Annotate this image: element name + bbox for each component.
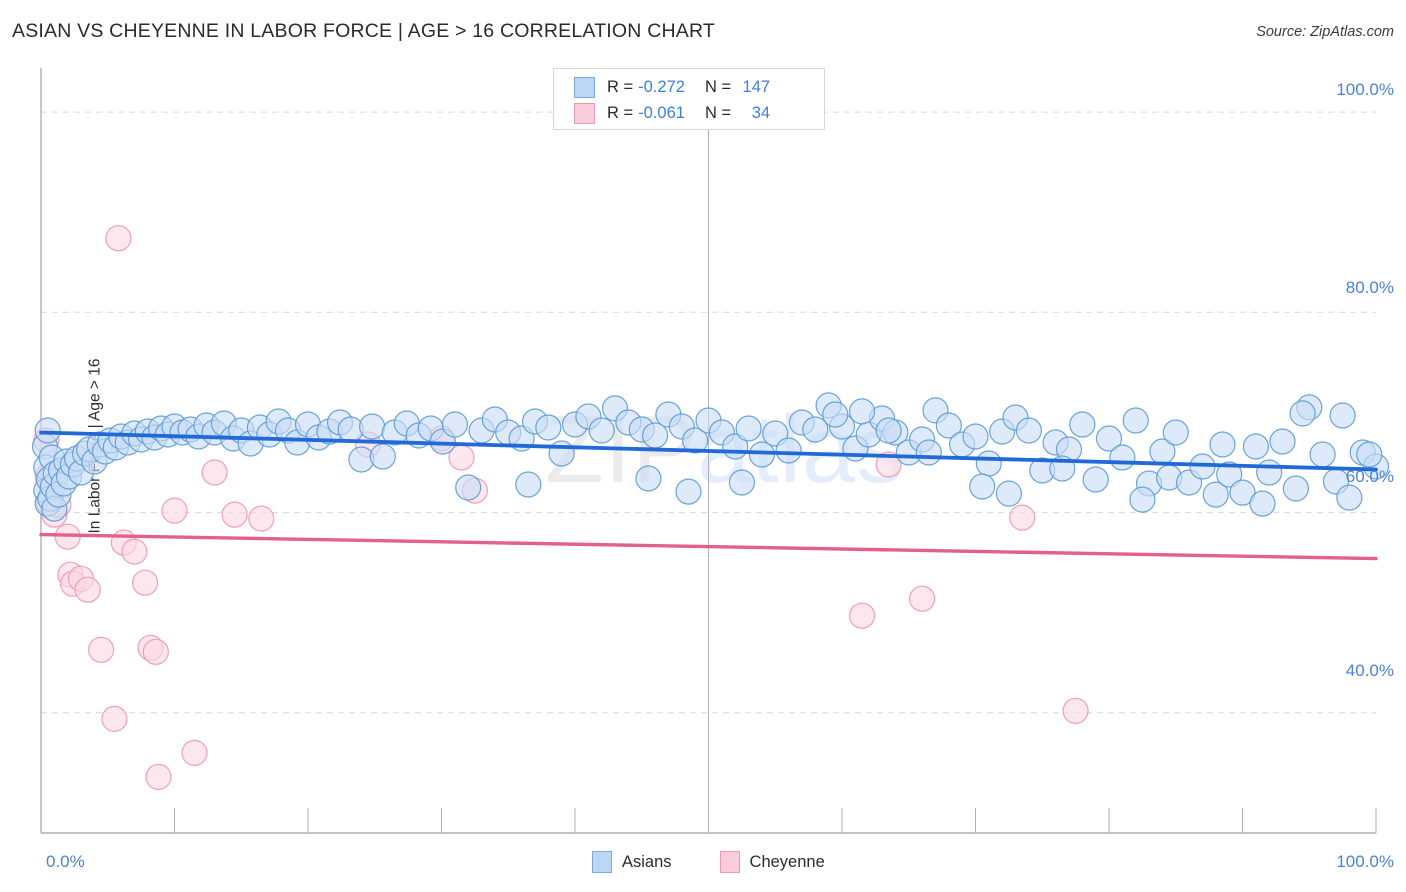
legend-r-value-asians: -0.272 (638, 77, 685, 96)
data-point (1069, 411, 1096, 438)
data-point (455, 474, 482, 501)
data-point (1109, 444, 1136, 471)
data-point (34, 417, 61, 444)
legend-n-value-cheyenne: 34 (751, 103, 771, 122)
series-legend-item-cheyenne[interactable]: Cheyenne (719, 851, 825, 873)
data-point (1256, 459, 1283, 486)
data-point (121, 538, 148, 565)
data-point (161, 497, 188, 524)
data-point (875, 417, 902, 444)
data-point (548, 440, 575, 467)
data-point (145, 763, 172, 791)
data-point (1242, 433, 1270, 460)
data-point (848, 602, 876, 629)
data-point (635, 465, 662, 492)
data-point (221, 501, 248, 528)
data-point (822, 401, 849, 428)
data-point (1129, 486, 1156, 513)
plot-area (31, 68, 1390, 834)
y-tick-label-60: 60.0% (1345, 467, 1394, 486)
data-point (369, 443, 396, 470)
data-point (1269, 428, 1296, 455)
series-legend-item-asians[interactable]: Asians (592, 851, 672, 873)
series-label-cheyenne: Cheyenne (749, 852, 825, 871)
data-point (201, 459, 228, 486)
data-point (728, 469, 756, 496)
legend-row-asians: R = -0.272 N = 147 (574, 74, 770, 100)
data-point (248, 505, 275, 532)
data-point (1249, 490, 1276, 517)
data-point (675, 478, 702, 505)
legend-r-label-asians: R = (607, 77, 634, 96)
data-point (441, 411, 468, 438)
data-point (848, 398, 876, 425)
data-point (908, 585, 936, 612)
legend-swatch-cheyenne (574, 102, 595, 124)
legend-n-label-asians: N = (704, 77, 732, 96)
scatter-points-cheyenne (33, 225, 1089, 791)
data-point (132, 569, 159, 596)
data-point (588, 417, 615, 444)
y-tick-label-100: 100.0% (1336, 80, 1394, 99)
data-point (1336, 484, 1363, 511)
series-legend: Asians Cheyenne (592, 851, 825, 873)
x-tick-label-max: 100.0% (1336, 852, 1394, 871)
legend-r-value-cheyenne: -0.061 (638, 103, 685, 122)
data-point (915, 439, 942, 466)
data-point (975, 450, 1002, 477)
legend-row-cheyenne: R = -0.061 N = 34 (574, 100, 770, 126)
legend-n-label-cheyenne: N = (704, 103, 732, 122)
data-point (1122, 407, 1149, 434)
data-point (535, 414, 562, 441)
data-point (962, 423, 989, 450)
data-point (515, 471, 542, 498)
data-point (101, 705, 128, 733)
data-point (969, 473, 996, 500)
series-swatch-cheyenne (719, 851, 740, 873)
legend-swatch-asians (574, 76, 595, 98)
data-point (1009, 504, 1036, 531)
data-point (181, 739, 208, 767)
data-point (1062, 697, 1089, 724)
correlation-chart: ASIAN VS CHEYENNE IN LABOR FORCE | AGE >… (0, 0, 1406, 892)
series-swatch-asians (592, 851, 612, 873)
data-point (1209, 431, 1236, 458)
data-point (735, 415, 762, 442)
data-point (1329, 402, 1356, 429)
data-point (1162, 419, 1189, 446)
data-point (1289, 400, 1316, 427)
data-point (995, 480, 1023, 507)
data-point (87, 636, 115, 663)
series-label-asians: Asians (622, 852, 672, 871)
data-point (1356, 441, 1383, 468)
legend-r-label-cheyenne: R = (607, 103, 634, 122)
data-point (1015, 417, 1043, 444)
y-tick-label-40: 40.0% (1345, 661, 1394, 680)
data-point (1082, 466, 1109, 493)
data-point (142, 638, 169, 665)
y-tick-label-80: 80.0% (1345, 278, 1394, 297)
data-point (775, 437, 802, 464)
legend-n-value-asians: 147 (742, 77, 771, 96)
data-point (1309, 441, 1336, 468)
data-point (1282, 475, 1310, 502)
correlation-legend: R = -0.272 N = 147 R = -0.061 N = 34 (553, 68, 825, 130)
data-point (359, 413, 386, 440)
data-point (105, 225, 132, 252)
x-tick-label-min: 0.0% (46, 852, 85, 871)
data-point (74, 576, 101, 603)
